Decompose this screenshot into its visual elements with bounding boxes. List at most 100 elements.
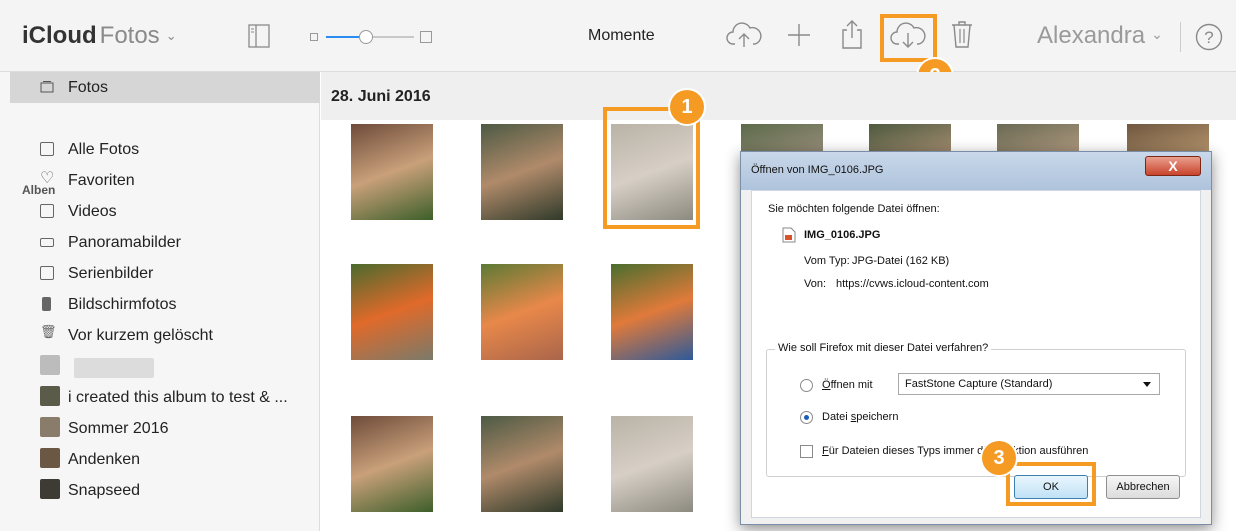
zoom-slider[interactable] [310,30,432,44]
photo-thumbnail[interactable] [481,124,563,220]
chevron-down-icon: ⌄ [165,28,177,43]
download-highlight [880,14,937,62]
moment-date: 28. Juni 2016 [331,88,431,105]
large-thumbnail-icon [420,31,432,43]
always-do-label[interactable]: Für Dateien dieses Typs immer diese Akti… [822,445,1088,457]
sidebar-item-album[interactable]: Serienbilder [10,258,320,289]
file-type-label: Vom Typ: [804,255,850,267]
panorama-icon [40,238,54,247]
save-label-pre: Datei [822,411,851,423]
small-thumbnail-icon [310,33,318,41]
file-source-value: https://cvws.icloud-content.com [836,278,989,290]
photo-thumbnail[interactable] [481,264,563,360]
dialog-intro: Sie möchten folgende Datei öffnen: [768,203,940,215]
open-with-select-value: FastStone Capture (Standard) [905,378,1053,390]
share-icon[interactable] [840,18,864,50]
user-name: Alexandra [1037,22,1146,49]
photo-thumbnail[interactable] [481,416,563,512]
save-file-label[interactable]: Datei speichern [822,411,898,423]
album-thumbnail [40,386,60,406]
add-icon[interactable] [786,22,812,48]
dialog-titlebar[interactable]: Öffnen von IMG_0106.JPG X [741,152,1211,190]
album-thumbnail [40,417,60,437]
selected-photo-highlight [603,107,700,229]
sidebar-item-fotos[interactable]: Fotos [10,72,320,103]
open-with-accesskey: Ö [822,379,831,391]
trash-icon: 🗑 [40,324,57,339]
trash-icon[interactable] [950,19,974,49]
upload-cloud-icon[interactable] [726,20,762,50]
sidebar-item-album[interactable]: Andenken [10,444,320,475]
open-with-radio[interactable] [800,379,813,392]
dialog-body: Sie möchten folgende Datei öffnen: IMG_0… [751,190,1201,518]
callout-badge-1: 1 [670,90,704,124]
file-type-value: JPG-Datei (162 KB) [852,255,950,267]
sidebar-item-label: Panoramabilder [68,234,181,251]
always-do-checkbox[interactable] [800,445,813,458]
video-icon [40,204,54,218]
open-with-select[interactable]: FastStone Capture (Standard) [898,373,1160,395]
jpg-file-icon [782,227,796,243]
app-title[interactable]: iCloud Fotos ⌄ [22,22,177,50]
photo-thumbnail[interactable] [611,264,693,360]
help-icon[interactable]: ? [1195,23,1223,51]
brand-icloud: iCloud [22,22,97,49]
sidebar-item-label: Favoriten [68,172,135,189]
sidebar-item-album[interactable]: i created this album to test & ... [10,382,320,413]
cancel-button[interactable]: Abbrechen [1106,475,1180,499]
always-accesskey: F [822,445,829,457]
photo-thumbnail[interactable] [611,416,693,512]
sidebar-item-album[interactable]: Snapseed [10,475,320,506]
save-file-radio[interactable] [800,411,813,424]
sidebar-item-label: Fotos [68,79,109,96]
album-thumbnail [40,448,60,468]
sidebar-item-album[interactable]: Bildschirmfotos [10,289,320,320]
file-source-label: Von: [804,278,827,290]
user-menu[interactable]: Alexandra ⌄ [1037,22,1163,50]
ok-button-highlight [1006,462,1096,506]
photo-thumbnail[interactable] [351,416,433,512]
moment-header: 28. Juni 2016 [321,72,1236,120]
dialog-close-button[interactable]: X [1145,156,1201,176]
sidebar-item-album[interactable]: Panoramabilder [10,227,320,258]
sidebar-item-album[interactable]: ♡ Favoriten [10,165,320,196]
sidebar-item-album[interactable]: Alle Fotos [10,134,320,165]
chevron-down-icon [1143,382,1151,387]
view-title: Momente [588,27,655,44]
toolbar: iCloud Fotos ⌄ Momente Alexandra ⌄ ? [0,0,1236,72]
blurred-album-name [74,358,154,378]
zoom-slider-handle[interactable] [358,30,373,44]
sidebar-item-label: Andenken [68,451,141,468]
always-label-post: ür Dateien dieses Typs immer diese Aktio… [828,445,1089,457]
file-open-dialog: Öffnen von IMG_0106.JPG X Sie möchten fo… [740,151,1212,525]
callout-badge-3: 3 [982,441,1016,475]
photos-icon [40,81,54,93]
open-with-label[interactable]: Öffnen mit [822,379,873,391]
action-group-title: Wie soll Firefox mit dieser Datei verfah… [775,342,992,354]
photo-thumbnail[interactable] [351,124,433,220]
photo-thumbnail[interactable] [351,264,433,360]
dialog-filename: IMG_0106.JPG [804,229,881,241]
sidebar: Fotos Alben Alle Fotos ♡ Favoriten Videos Pa… [0,72,320,531]
sidebar-item-album[interactable] [10,351,320,382]
photos-icon [40,142,54,156]
divider [1180,22,1181,52]
sidebar-item-label: i created this album to test & ... [68,389,288,406]
sidebar-item-album[interactable]: 🗑 Vor kurzem gelöscht [10,320,320,351]
save-label-post: peichern [856,411,899,423]
sidebar-item-label: Serienbilder [68,265,154,282]
sidebar-item-label: Alle Fotos [68,141,140,158]
sidebar-item-album[interactable]: Videos [10,196,320,227]
sidebar-item-label: Sommer 2016 [68,420,169,437]
sidebar-item-label: Snapseed [68,482,141,499]
sidebar-toggle-icon[interactable] [248,24,270,48]
chevron-down-icon: ⌄ [1151,26,1163,42]
dialog-title: Öffnen von IMG_0106.JPG [751,164,884,176]
burst-icon [40,266,54,280]
open-with-label-post: ffnen mit [830,379,873,391]
sidebar-item-label: Bildschirmfotos [68,296,177,313]
sidebar-item-album[interactable]: Sommer 2016 [10,413,320,444]
sidebar-item-label: Vor kurzem gelöscht [68,327,213,344]
screenshot-icon [42,297,51,311]
blurred-album-thumbnail [40,355,154,378]
